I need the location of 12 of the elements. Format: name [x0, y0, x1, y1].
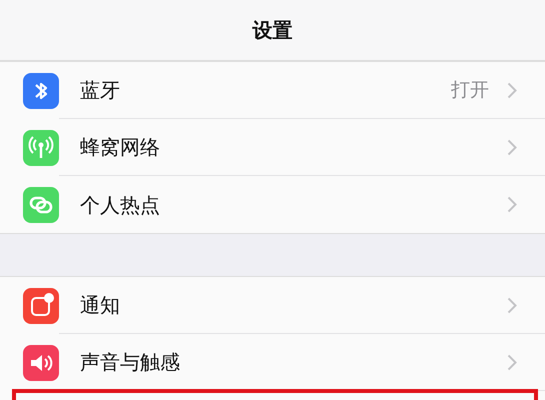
- setting-label[interactable]: 个人热点: [80, 190, 160, 220]
- chevron-icon: [507, 82, 517, 98]
- chevron-icon: [507, 354, 517, 370]
- chevron-icon: [507, 138, 517, 156]
- setting-label[interactable]: 通知: [80, 290, 120, 320]
- setting-value: 打开: [451, 78, 489, 103]
- chevron-icon: [507, 196, 517, 213]
- setting-label[interactable]: 蜂窝网络: [80, 132, 160, 162]
- setting-label[interactable]: 蓝牙: [80, 75, 120, 105]
- page-title: 设置: [252, 17, 292, 44]
- setting-label[interactable]: 声音与触感: [80, 347, 180, 377]
- chevron-icon: [507, 296, 517, 314]
